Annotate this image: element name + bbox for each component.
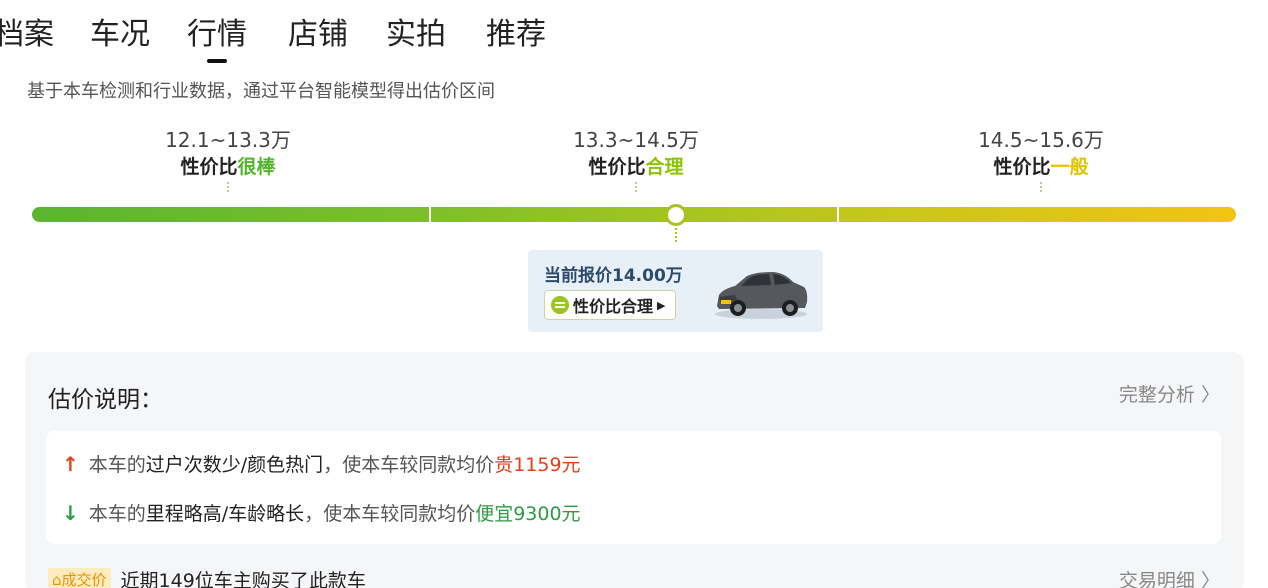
triangle-right-icon: ▶ — [657, 298, 666, 312]
bar-separator — [429, 207, 431, 222]
reason-middle: ，使本车较同款均价 — [304, 503, 476, 525]
tab-recommend[interactable]: 推荐 — [486, 14, 546, 56]
reason-effect: 便宜9300元 — [475, 503, 581, 525]
reason-effect: 贵1159元 — [494, 454, 581, 476]
active-tab-indicator — [207, 59, 227, 63]
range-prefix: 性价比 — [588, 156, 646, 178]
range-prefix: 性价比 — [180, 156, 238, 178]
equals-circle-icon — [551, 296, 569, 314]
reason-prefix: 本车的 — [88, 503, 146, 525]
deal-badge-label: 成交价 — [61, 571, 107, 588]
range-label: 性价比一般 — [911, 154, 1171, 180]
tab-condition[interactable]: 车况 — [90, 14, 150, 56]
valuation-subtitle: 基于本车检测和行业数据，通过平台智能模型得出估价区间 — [27, 81, 495, 102]
arrow-down-icon: ↓ — [62, 500, 79, 525]
deal-detail-label: 交易明细 — [1118, 570, 1195, 588]
range-tick — [227, 182, 229, 192]
bar-separator — [837, 207, 839, 222]
car-image — [715, 272, 808, 319]
range-price: 14.5~15.6万 — [978, 128, 1104, 152]
price-reasons-box: ↑ 本车的 过户次数少/颜色热门 ，使本车较同款均价 贵1159元 ↓ 本车的 里程略高… — [46, 431, 1221, 544]
tab-photos[interactable]: 实拍 — [386, 14, 446, 56]
range-tick — [635, 182, 637, 192]
range-quality: 一般 — [1050, 156, 1089, 178]
price-reason-up: ↑ 本车的 过户次数少/颜色热门 ，使本车较同款均价 贵1159元 — [62, 450, 581, 477]
tab-shop[interactable]: 店铺 — [288, 14, 348, 56]
marker-tick — [675, 228, 677, 242]
range-fair: 13.3~14.5万 性价比合理 — [506, 126, 766, 192]
price-reason-down: ↓ 本车的 里程略高/车龄略长 ，使本车较同款均价 便宜9300元 — [62, 499, 581, 526]
recent-deals-row: ⌂成交价 近期149位车主购买了此款车 — [48, 566, 366, 588]
full-analysis-link[interactable]: 完整分析 〉 — [1119, 380, 1220, 407]
price-range-bar — [32, 207, 1236, 222]
range-label: 性价比合理 — [506, 154, 766, 180]
reason-prefix: 本车的 — [88, 454, 146, 476]
deal-price-badge: ⌂成交价 — [48, 568, 111, 588]
current-price: 当前报价14.00万 — [544, 266, 683, 286]
chevron-right-icon: 〉 — [1200, 384, 1220, 406]
range-prefix: 性价比 — [993, 156, 1051, 178]
deal-detail-link[interactable]: 交易明细 〉 — [1119, 566, 1220, 588]
badge-label: 性价比合理 — [573, 297, 654, 316]
range-average: 14.5~15.6万 性价比一般 — [911, 126, 1171, 192]
range-price: 13.3~14.5万 — [573, 128, 699, 152]
deal-text: 近期149位车主购买了此款车 — [120, 570, 366, 588]
valuation-panel: 估价说明： 完整分析 〉 ↑ 本车的 过户次数少/颜色热门 ，使本车较同款均价 贵11… — [25, 352, 1244, 588]
full-analysis-label: 完整分析 — [1118, 384, 1195, 406]
range-price: 12.1~13.3万 — [165, 128, 291, 152]
panel-title: 估价说明： — [48, 387, 163, 413]
range-great: 12.1~13.3万 性价比很棒 — [98, 126, 358, 192]
arrow-up-icon: ↑ — [62, 451, 79, 476]
value-rating-badge[interactable]: 性价比合理 ▶ — [544, 290, 677, 320]
chevron-right-icon: 〉 — [1200, 570, 1220, 588]
range-quality: 很棒 — [237, 156, 276, 178]
range-quality: 合理 — [645, 156, 684, 178]
tab-archive[interactable]: 档案 — [0, 14, 54, 56]
reason-middle: ，使本车较同款均价 — [323, 454, 495, 476]
reason-text: 过户次数少/颜色热门 — [145, 454, 324, 476]
range-tick — [1040, 182, 1042, 192]
reason-text: 里程略高/车龄略长 — [145, 503, 305, 525]
current-price-marker — [665, 204, 687, 226]
range-label: 性价比很棒 — [98, 154, 358, 180]
current-price-card: 当前报价14.00万 性价比合理 ▶ — [528, 250, 823, 332]
tab-market[interactable]: 行情 — [187, 14, 247, 56]
